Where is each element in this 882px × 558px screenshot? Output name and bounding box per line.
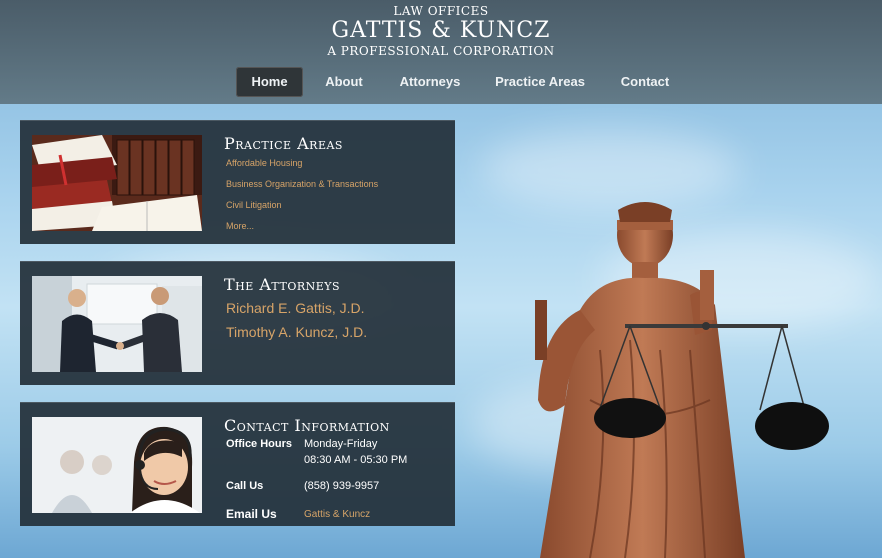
- nav-about[interactable]: About: [315, 67, 373, 97]
- handshake-image: [32, 276, 202, 372]
- attorneys-panel: The Attorneys Richard E. Gattis, J.D. Ti…: [20, 261, 455, 385]
- email-us-label: Email Us: [226, 507, 277, 521]
- practice-link-civil-litigation[interactable]: Civil Litigation: [226, 200, 282, 210]
- headset-operator-image: [32, 417, 202, 513]
- practice-link-more[interactable]: More...: [226, 221, 254, 231]
- logo-subtitle: A PROFESSIONAL CORPORATION: [327, 44, 555, 58]
- email-link[interactable]: Gattis & Kuncz: [304, 509, 370, 520]
- main-nav: Home About Attorneys Practice Areas Cont…: [0, 67, 882, 97]
- attorney-link-gattis[interactable]: Richard E. Gattis, J.D.: [226, 300, 364, 316]
- site-header: LAW OFFICES GATTIS & KUNCZ A PROFESSIONA…: [0, 0, 882, 104]
- practice-areas-title: Practice Areas: [224, 134, 343, 153]
- cloud: [480, 130, 740, 210]
- nav-contact[interactable]: Contact: [610, 67, 680, 97]
- law-books-image: [32, 135, 202, 231]
- call-us-label: Call Us: [226, 480, 264, 492]
- practice-areas-panel: Practice Areas Affordable Housing Busine…: [20, 120, 455, 244]
- contact-panel: Contact Information Office Hours Monday-…: [20, 402, 455, 526]
- office-hours-label: Office Hours: [226, 438, 293, 450]
- logo-tagline: LAW OFFICES: [393, 4, 489, 18]
- office-hours-time: 08:30 AM - 05:30 PM: [304, 454, 408, 466]
- nav-practice-areas[interactable]: Practice Areas: [488, 67, 592, 97]
- nav-attorneys[interactable]: Attorneys: [390, 67, 470, 97]
- attorneys-title: The Attorneys: [224, 275, 341, 294]
- practice-link-affordable-housing[interactable]: Affordable Housing: [226, 158, 302, 168]
- logo-firm-name: GATTIS & KUNCZ: [331, 18, 551, 43]
- office-hours-days: Monday-Friday: [304, 438, 378, 450]
- nav-home[interactable]: Home: [236, 67, 303, 97]
- lady-justice-statue-image: [520, 200, 840, 558]
- phone-number[interactable]: (858) 939-9957: [304, 480, 379, 492]
- attorney-link-kuncz[interactable]: Timothy A. Kuncz, J.D.: [226, 324, 367, 340]
- site-logo[interactable]: LAW OFFICES GATTIS & KUNCZ A PROFESSIONA…: [0, 4, 882, 58]
- contact-title: Contact Information: [224, 416, 390, 435]
- practice-link-business[interactable]: Business Organization & Transactions: [226, 179, 378, 189]
